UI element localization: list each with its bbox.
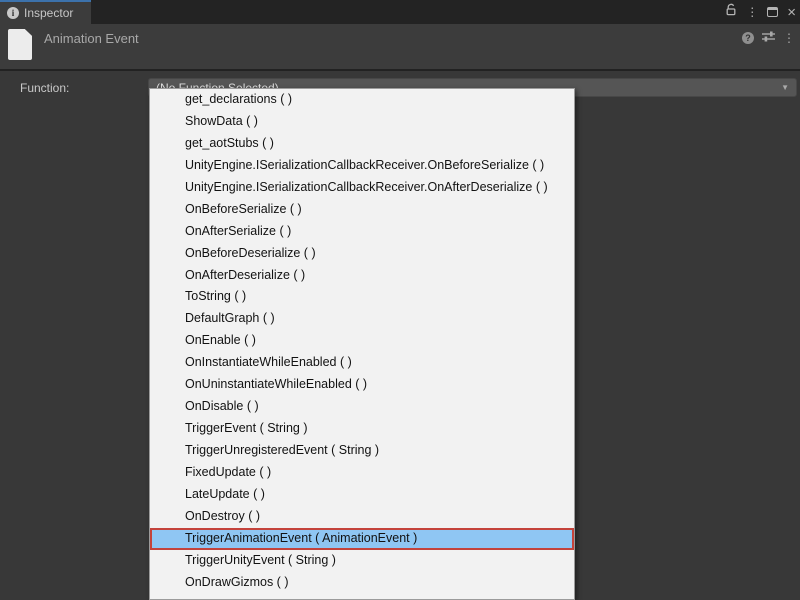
menu-item[interactable]: UnityEngine.ISerializationCallbackReceiv… xyxy=(150,177,574,199)
menu-item[interactable]: OnDisable ( ) xyxy=(150,396,574,418)
tab-bar: i Inspector ⋮ × xyxy=(0,0,800,24)
component-header: Animation Event ? ⋮ xyxy=(0,24,800,71)
info-icon: i xyxy=(7,7,19,19)
inspector-window: i Inspector ⋮ × Animation Event ? xyxy=(0,0,800,600)
menu-item[interactable]: get_declarations ( ) xyxy=(150,89,574,111)
tab-inspector[interactable]: i Inspector xyxy=(0,0,91,24)
menu-item[interactable]: OnAfterDeserialize ( ) xyxy=(150,265,574,287)
header-icons: ? ⋮ xyxy=(742,29,795,47)
unlock-icon[interactable] xyxy=(725,3,737,21)
menu-item[interactable]: OnUninstantiateWhileEnabled ( ) xyxy=(150,374,574,396)
menu-item[interactable]: ShowData ( ) xyxy=(150,111,574,133)
window-menu-icon[interactable]: ⋮ xyxy=(746,6,758,18)
script-asset-icon xyxy=(8,29,32,60)
menu-item[interactable]: TriggerUnityEvent ( String ) xyxy=(150,550,574,572)
context-menu-icon[interactable]: ⋮ xyxy=(783,32,795,44)
menu-item[interactable]: DefaultGraph ( ) xyxy=(150,308,574,330)
menu-item[interactable]: get_aotStubs ( ) xyxy=(150,133,574,155)
menu-item[interactable]: TriggerUnregisteredEvent ( String ) xyxy=(150,440,574,462)
menu-item[interactable]: OnBeforeSerialize ( ) xyxy=(150,199,574,221)
component-title: Animation Event xyxy=(44,31,139,46)
menu-item[interactable]: OnAfterSerialize ( ) xyxy=(150,221,574,243)
menu-item[interactable]: LateUpdate ( ) xyxy=(150,484,574,506)
maximize-icon[interactable] xyxy=(767,7,778,17)
menu-item[interactable]: OnBeforeDeserialize ( ) xyxy=(150,243,574,265)
menu-item[interactable]: TriggerEvent ( String ) xyxy=(150,418,574,440)
menu-item[interactable]: ToString ( ) xyxy=(150,286,574,308)
titlebar-icons: ⋮ × xyxy=(725,0,796,24)
chevron-down-icon: ▼ xyxy=(781,83,796,92)
menu-item[interactable]: OnEnable ( ) xyxy=(150,330,574,352)
menu-item[interactable]: OnDestroy ( ) xyxy=(150,506,574,528)
menu-item[interactable]: OnDrawGizmos ( ) xyxy=(150,572,574,594)
presets-icon[interactable] xyxy=(762,29,775,47)
menu-item[interactable]: OnInstantiateWhileEnabled ( ) xyxy=(150,352,574,374)
function-dropdown-menu: get_declarations ( )ShowData ( )get_aotS… xyxy=(149,88,575,600)
menu-item-selected[interactable]: TriggerAnimationEvent ( AnimationEvent ) xyxy=(150,528,574,550)
menu-item[interactable]: UnityEngine.ISerializationCallbackReceiv… xyxy=(150,155,574,177)
menu-item[interactable]: FixedUpdate ( ) xyxy=(150,462,574,484)
tab-inspector-label: Inspector xyxy=(24,6,73,20)
close-icon[interactable]: × xyxy=(787,5,796,20)
function-label: Function: xyxy=(20,81,69,95)
help-icon[interactable]: ? xyxy=(742,32,754,44)
